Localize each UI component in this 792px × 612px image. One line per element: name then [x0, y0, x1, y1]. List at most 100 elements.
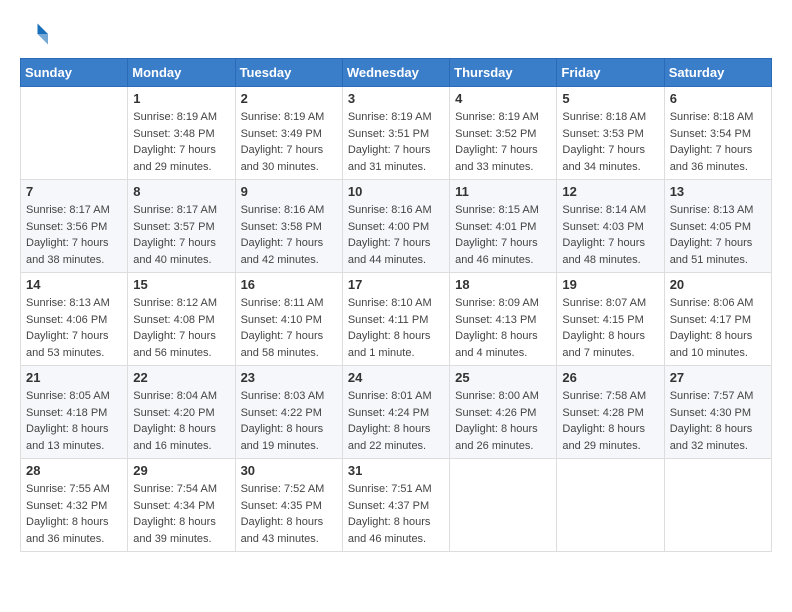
calendar-cell: 4 Sunrise: 8:19 AMSunset: 3:52 PMDaylight… [450, 87, 557, 180]
day-info: Sunrise: 8:13 AMSunset: 4:05 PMDaylight:… [670, 202, 766, 268]
day-number: 22 [133, 370, 229, 385]
day-header-thursday: Thursday [450, 59, 557, 87]
day-number: 18 [455, 277, 551, 292]
day-number: 28 [26, 463, 122, 478]
day-info: Sunrise: 8:12 AMSunset: 4:08 PMDaylight:… [133, 295, 229, 361]
calendar-week-2: 7Sunrise: 8:17 AMSunset: 3:56 PMDaylight… [21, 180, 772, 273]
day-number: 9 [241, 184, 337, 199]
day-info: Sunrise: 8:18 AMSunset: 3:53 PMDaylight:… [562, 109, 658, 175]
day-number: 25 [455, 370, 551, 385]
day-number: 16 [241, 277, 337, 292]
day-info: Sunrise: 8:17 AMSunset: 3:57 PMDaylight:… [133, 202, 229, 268]
calendar-cell [21, 87, 128, 180]
day-info: Sunrise: 7:58 AMSunset: 4:28 PMDaylight:… [562, 388, 658, 454]
day-info: Sunrise: 8:03 AMSunset: 4:22 PMDaylight:… [241, 388, 337, 454]
calendar-cell: 2 Sunrise: 8:19 AMSunset: 3:49 PMDaylight… [235, 87, 342, 180]
logo [20, 20, 52, 48]
calendar-cell: 26 Sunrise: 7:58 AMSunset: 4:28 PMDayligh… [557, 366, 664, 459]
day-number: 29 [133, 463, 229, 478]
calendar-cell: 14 Sunrise: 8:13 AMSunset: 4:06 PMDayligh… [21, 273, 128, 366]
day-number: 21 [26, 370, 122, 385]
day-info: Sunrise: 8:07 AMSunset: 4:15 PMDaylight:… [562, 295, 658, 361]
day-header-sunday: Sunday [21, 59, 128, 87]
day-info: Sunrise: 8:17 AMSunset: 3:56 PMDaylight:… [26, 202, 122, 268]
calendar-cell: 19 Sunrise: 8:07 AMSunset: 4:15 PMDayligh… [557, 273, 664, 366]
calendar-cell: 23 Sunrise: 8:03 AMSunset: 4:22 PMDayligh… [235, 366, 342, 459]
calendar-cell: 21 Sunrise: 8:05 AMSunset: 4:18 PMDayligh… [21, 366, 128, 459]
calendar-table: SundayMondayTuesdayWednesdayThursdayFrid… [20, 58, 772, 552]
calendar-week-5: 28Sunrise: 7:55 AMSunset: 4:32 PMDayligh… [21, 459, 772, 552]
day-number: 12 [562, 184, 658, 199]
day-info: Sunrise: 8:14 AMSunset: 4:03 PMDaylight:… [562, 202, 658, 268]
calendar-cell: 13 Sunrise: 8:13 AMSunset: 4:05 PMDayligh… [664, 180, 771, 273]
calendar-cell: 10 Sunrise: 8:16 AMSunset: 4:00 PMDayligh… [342, 180, 449, 273]
day-info: Sunrise: 8:04 AMSunset: 4:20 PMDaylight:… [133, 388, 229, 454]
day-header-friday: Friday [557, 59, 664, 87]
calendar-cell: 7Sunrise: 8:17 AMSunset: 3:56 PMDaylight… [21, 180, 128, 273]
day-number: 15 [133, 277, 229, 292]
day-number: 1 [133, 91, 229, 106]
calendar-cell: 18Sunrise: 8:09 AMSunset: 4:13 PMDayligh… [450, 273, 557, 366]
day-number: 19 [562, 277, 658, 292]
calendar-cell: 16 Sunrise: 8:11 AMSunset: 4:10 PMDayligh… [235, 273, 342, 366]
calendar-cell: 3Sunrise: 8:19 AMSunset: 3:51 PMDaylight… [342, 87, 449, 180]
day-number: 4 [455, 91, 551, 106]
day-number: 31 [348, 463, 444, 478]
calendar-cell: 30 Sunrise: 7:52 AMSunset: 4:35 PMDayligh… [235, 459, 342, 552]
day-header-tuesday: Tuesday [235, 59, 342, 87]
day-number: 26 [562, 370, 658, 385]
day-info: Sunrise: 8:11 AMSunset: 4:10 PMDaylight:… [241, 295, 337, 361]
day-number: 30 [241, 463, 337, 478]
day-number: 2 [241, 91, 337, 106]
logo-icon [20, 20, 48, 48]
calendar-week-1: 1 Sunrise: 8:19 AMSunset: 3:48 PMDaylight… [21, 87, 772, 180]
day-number: 13 [670, 184, 766, 199]
day-number: 17 [348, 277, 444, 292]
calendar-cell [450, 459, 557, 552]
calendar-cell: 6 Sunrise: 8:18 AMSunset: 3:54 PMDaylight… [664, 87, 771, 180]
day-info: Sunrise: 8:05 AMSunset: 4:18 PMDaylight:… [26, 388, 122, 454]
day-info: Sunrise: 7:57 AMSunset: 4:30 PMDaylight:… [670, 388, 766, 454]
calendar-cell: 25Sunrise: 8:00 AMSunset: 4:26 PMDayligh… [450, 366, 557, 459]
day-info: Sunrise: 8:10 AMSunset: 4:11 PMDaylight:… [348, 295, 444, 361]
day-number: 24 [348, 370, 444, 385]
day-number: 14 [26, 277, 122, 292]
day-header-monday: Monday [128, 59, 235, 87]
calendar-cell: 12 Sunrise: 8:14 AMSunset: 4:03 PMDayligh… [557, 180, 664, 273]
page-header [20, 20, 772, 48]
day-number: 6 [670, 91, 766, 106]
day-info: Sunrise: 8:16 AMSunset: 4:00 PMDaylight:… [348, 202, 444, 268]
day-info: Sunrise: 8:16 AMSunset: 3:58 PMDaylight:… [241, 202, 337, 268]
day-info: Sunrise: 8:06 AMSunset: 4:17 PMDaylight:… [670, 295, 766, 361]
day-info: Sunrise: 7:54 AMSunset: 4:34 PMDaylight:… [133, 481, 229, 547]
day-number: 5 [562, 91, 658, 106]
calendar-week-3: 14 Sunrise: 8:13 AMSunset: 4:06 PMDayligh… [21, 273, 772, 366]
calendar-header-row: SundayMondayTuesdayWednesdayThursdayFrid… [21, 59, 772, 87]
calendar-cell: 9 Sunrise: 8:16 AMSunset: 3:58 PMDaylight… [235, 180, 342, 273]
calendar-cell: 11Sunrise: 8:15 AMSunset: 4:01 PMDayligh… [450, 180, 557, 273]
day-info: Sunrise: 7:52 AMSunset: 4:35 PMDaylight:… [241, 481, 337, 547]
calendar-week-4: 21 Sunrise: 8:05 AMSunset: 4:18 PMDayligh… [21, 366, 772, 459]
calendar-cell: 29 Sunrise: 7:54 AMSunset: 4:34 PMDayligh… [128, 459, 235, 552]
calendar-cell: 22 Sunrise: 8:04 AMSunset: 4:20 PMDayligh… [128, 366, 235, 459]
calendar-cell: 8Sunrise: 8:17 AMSunset: 3:57 PMDaylight… [128, 180, 235, 273]
calendar-cell: 5 Sunrise: 8:18 AMSunset: 3:53 PMDaylight… [557, 87, 664, 180]
day-number: 11 [455, 184, 551, 199]
day-number: 23 [241, 370, 337, 385]
day-number: 3 [348, 91, 444, 106]
day-info: Sunrise: 8:18 AMSunset: 3:54 PMDaylight:… [670, 109, 766, 175]
day-info: Sunrise: 7:51 AMSunset: 4:37 PMDaylight:… [348, 481, 444, 547]
calendar-cell [557, 459, 664, 552]
calendar-cell: 1 Sunrise: 8:19 AMSunset: 3:48 PMDaylight… [128, 87, 235, 180]
day-info: Sunrise: 8:01 AMSunset: 4:24 PMDaylight:… [348, 388, 444, 454]
calendar-cell [664, 459, 771, 552]
day-info: Sunrise: 8:13 AMSunset: 4:06 PMDaylight:… [26, 295, 122, 361]
day-info: Sunrise: 8:19 AMSunset: 3:52 PMDaylight:… [455, 109, 551, 175]
calendar-cell: 28Sunrise: 7:55 AMSunset: 4:32 PMDayligh… [21, 459, 128, 552]
day-header-saturday: Saturday [664, 59, 771, 87]
day-info: Sunrise: 8:19 AMSunset: 3:48 PMDaylight:… [133, 109, 229, 175]
day-number: 27 [670, 370, 766, 385]
day-number: 10 [348, 184, 444, 199]
day-number: 20 [670, 277, 766, 292]
day-info: Sunrise: 8:19 AMSunset: 3:49 PMDaylight:… [241, 109, 337, 175]
